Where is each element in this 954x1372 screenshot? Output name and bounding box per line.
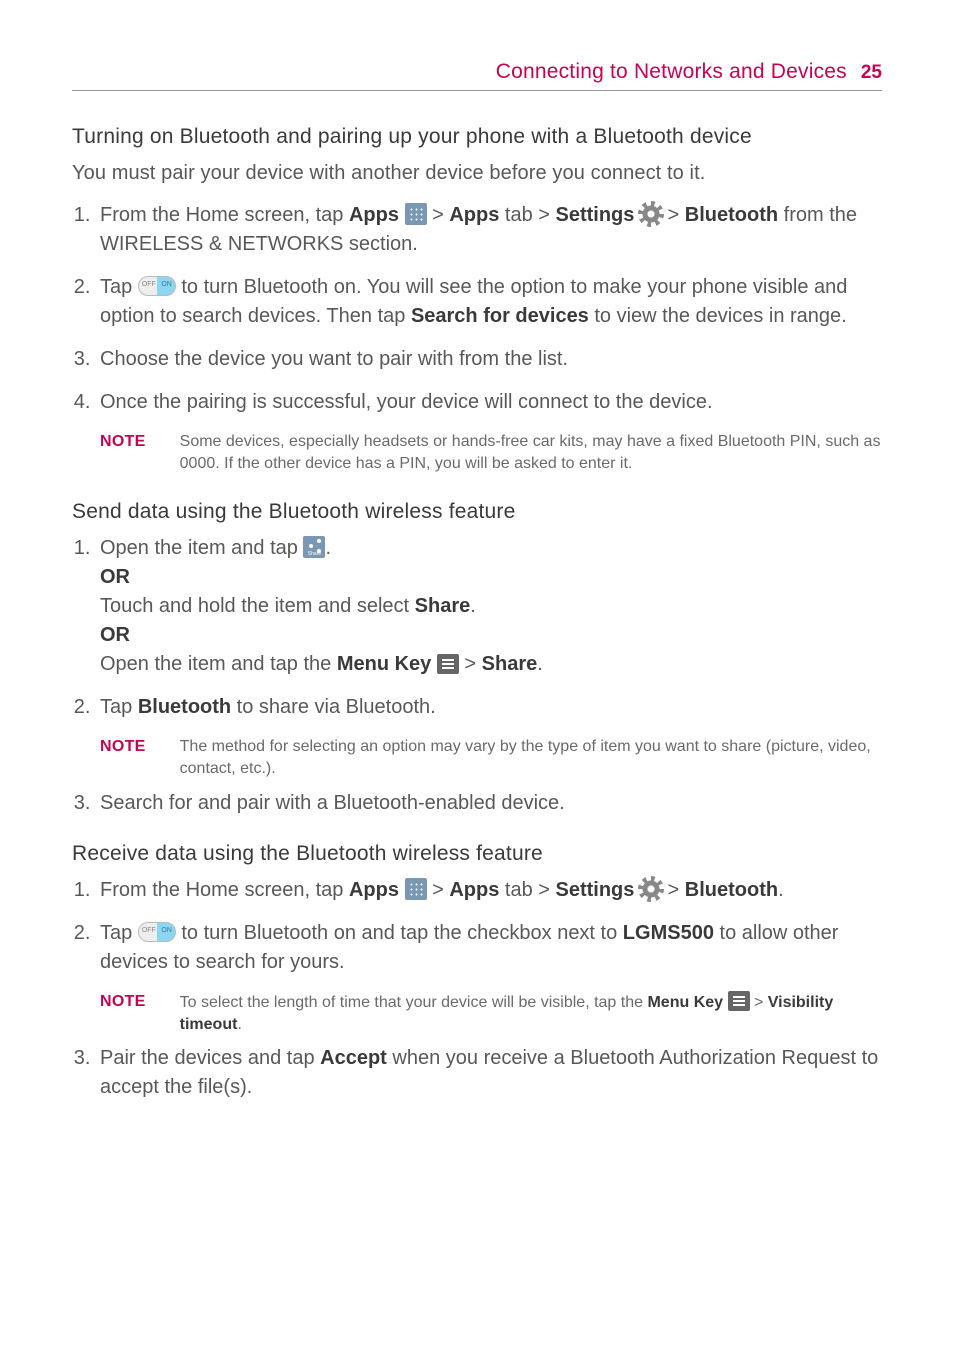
text: . [537,653,543,675]
text: tab > [499,204,555,226]
text: Open the item and tap [100,537,303,559]
text: . [470,595,476,617]
menu-icon [728,991,750,1011]
settings-icon [640,203,662,225]
apps-tab-label: Apps [449,879,499,901]
bluetooth-label: Bluetooth [685,879,778,901]
receive-steps-cont: Pair the devices and tap Accept when you… [72,1044,882,1102]
apps-tab-label: Apps [449,204,499,226]
note-label: NOTE [100,736,146,781]
text: > [750,994,768,1011]
text: Touch and hold the item and select [100,595,415,617]
settings-label: Settings [556,204,635,226]
accept-label: Accept [320,1047,387,1069]
text: > [662,204,685,226]
text: > [427,204,450,226]
text: Tap [100,276,138,298]
text: > [459,653,482,675]
text: From the Home screen, tap [100,879,349,901]
note-text: Some devices, especially headsets or han… [180,431,882,476]
or-label: OR [100,624,130,646]
section-title-receive: Receive data using the Bluetooth wireles… [72,842,882,866]
pairing-step-4: Once the pairing is successful, your dev… [96,388,882,417]
receive-steps: From the Home screen, tap Apps > Apps ta… [72,876,882,977]
send-note: NOTE The method for selecting an option … [100,736,882,781]
text: . [778,879,784,901]
text: . [325,537,331,559]
send-step-2: Tap Bluetooth to share via Bluetooth. [96,693,882,722]
share-label: Share [482,653,538,675]
pairing-note: NOTE Some devices, especially headsets o… [100,431,882,476]
apps-icon [405,203,427,225]
pairing-intro: You must pair your device with another d… [72,159,882,187]
page: Connecting to Networks and Devices 25 Tu… [0,0,954,1156]
note-label: NOTE [100,991,146,1037]
text: Open the item and tap the [100,653,337,675]
share-label: Share [415,595,471,617]
text: to turn Bluetooth on and tap the checkbo… [176,922,623,944]
receive-step-1: From the Home screen, tap Apps > Apps ta… [96,876,882,905]
text: to view the devices in range. [589,305,847,327]
text: > [662,879,685,901]
send-steps: Open the item and tap . OR Touch and hol… [72,534,882,722]
note-text: The method for selecting an option may v… [180,736,882,781]
pairing-step-2: Tap to turn Bluetooth on. You will see t… [96,273,882,331]
share-icon [303,536,325,558]
section-title-send: Send data using the Bluetooth wireless f… [72,500,882,524]
send-step-1: Open the item and tap . OR Touch and hol… [96,534,882,679]
note-text: To select the length of time that your d… [180,991,882,1037]
menu-key-label: Menu Key [647,994,723,1011]
page-number: 25 [861,62,882,84]
apps-label: Apps [349,204,399,226]
receive-step-3: Pair the devices and tap Accept when you… [96,1044,882,1102]
menu-key-label: Menu Key [337,653,431,675]
settings-icon [640,878,662,900]
send-step-3: Search for and pair with a Bluetooth-ena… [96,789,882,818]
pairing-steps: From the Home screen, tap Apps > Apps ta… [72,201,882,417]
bluetooth-label: Bluetooth [138,696,231,718]
text: To select the length of time that your d… [180,994,648,1011]
text: Tap [100,922,138,944]
apps-label: Apps [349,879,399,901]
or-label: OR [100,566,130,588]
text: tab > [499,879,555,901]
menu-icon [437,654,459,674]
lgms500-label: LGMS500 [623,922,714,944]
send-steps-cont: Search for and pair with a Bluetooth-ena… [72,789,882,818]
text: Tap [100,696,138,718]
text: . [237,1016,241,1033]
pairing-step-3: Choose the device you want to pair with … [96,345,882,374]
header-title: Connecting to Networks and Devices [496,60,847,84]
section-title-pairing: Turning on Bluetooth and pairing up your… [72,125,882,149]
note-label: NOTE [100,431,146,476]
text: > [427,879,450,901]
header: Connecting to Networks and Devices 25 [72,60,882,91]
text: to share via Bluetooth. [231,696,436,718]
apps-icon [405,878,427,900]
bluetooth-label: Bluetooth [685,204,778,226]
settings-label: Settings [556,879,635,901]
text: From the Home screen, tap [100,204,349,226]
search-devices-label: Search for devices [411,305,589,327]
toggle-icon [138,922,176,942]
toggle-icon [138,276,176,296]
text: Pair the devices and tap [100,1047,320,1069]
pairing-step-1: From the Home screen, tap Apps > Apps ta… [96,201,882,259]
receive-note: NOTE To select the length of time that y… [100,991,882,1037]
receive-step-2: Tap to turn Bluetooth on and tap the che… [96,919,882,977]
